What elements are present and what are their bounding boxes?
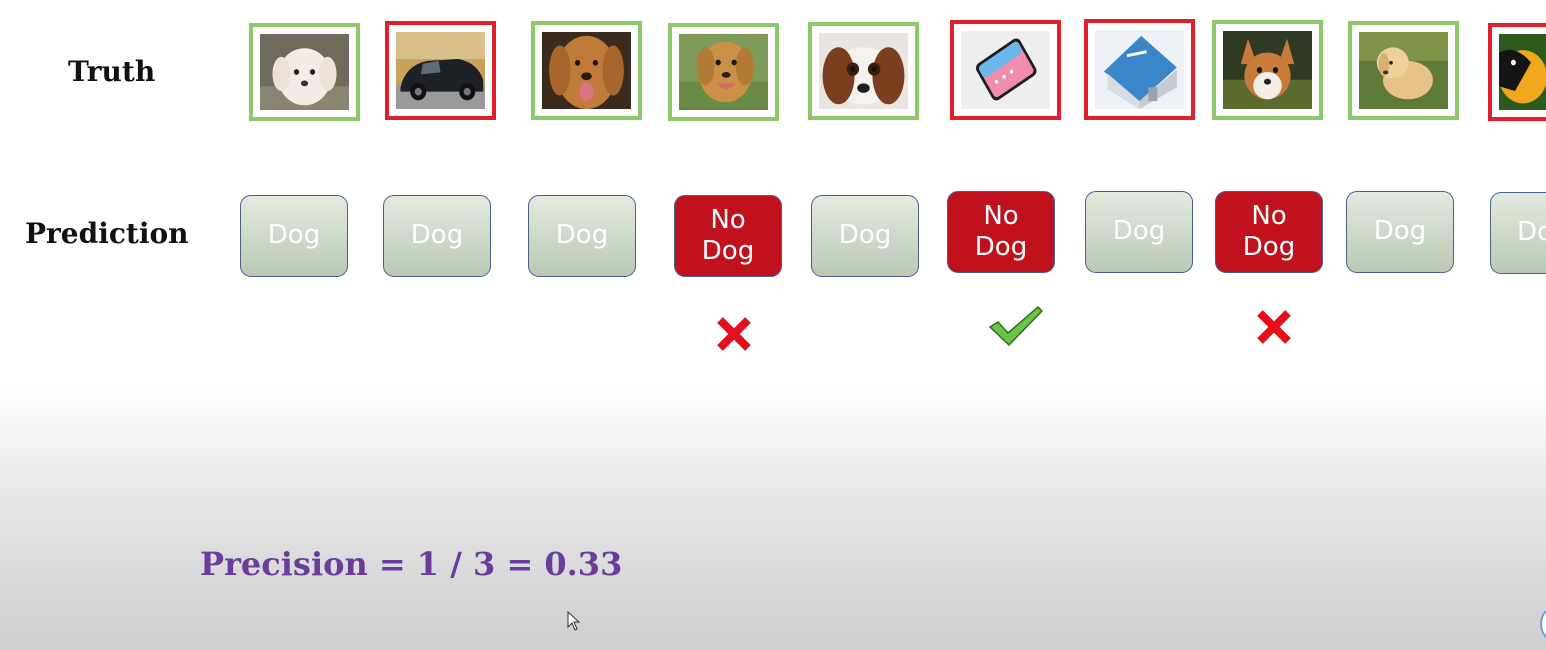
- prediction-label: Dog: [838, 220, 892, 251]
- avatar[interactable]: [1540, 604, 1546, 644]
- prediction-label-line-2: Dog: [1242, 232, 1296, 262]
- prediction-label: Dog: [410, 220, 464, 251]
- prediction-label-line-2: Dog: [974, 232, 1028, 262]
- precision-formula: Precision = 1 / 3 = 0.33: [200, 545, 623, 583]
- prediction-box: Dog: [1085, 191, 1193, 273]
- prediction-label: Dog: [1517, 217, 1546, 248]
- prediction-label: Dog: [1112, 216, 1166, 247]
- cross-icon: [715, 315, 753, 353]
- prediction-box: Dog: [528, 195, 636, 277]
- cross-icon: [1255, 308, 1293, 346]
- prediction-box: Dog: [1346, 191, 1454, 273]
- mouse-pointer-icon: [567, 610, 581, 636]
- truth-image-white-puppy: [249, 23, 360, 121]
- truth-image-house: [1084, 19, 1195, 120]
- truth-image-golden-dog-smiling: [668, 23, 779, 121]
- prediction-label: Dog: [267, 220, 321, 251]
- prediction-label-line-2: Dog: [701, 236, 755, 266]
- prediction-label-line-1: No: [983, 200, 1019, 231]
- prediction-box: Dog: [1490, 192, 1546, 274]
- prediction-label-line-1: No: [1251, 200, 1287, 231]
- prediction-box: Dog: [383, 195, 491, 277]
- truth-image-golden-retriever: [531, 21, 642, 120]
- prediction-box: Dog: [811, 195, 919, 277]
- prediction-row-label: Prediction: [25, 217, 189, 250]
- prediction-box-no-dog: No Dog: [1215, 191, 1323, 273]
- truth-image-spaniel: [808, 22, 919, 120]
- truth-image-bird: [1488, 23, 1546, 121]
- truth-image-smartphone: [950, 20, 1061, 120]
- prediction-box-no-dog: No Dog: [674, 195, 782, 277]
- truth-image-car: [385, 21, 496, 120]
- prediction-label: Dog: [1373, 216, 1427, 247]
- truth-image-corgi: [1212, 20, 1323, 120]
- checkmark-icon: [988, 305, 1044, 347]
- truth-image-puppy-on-grass: [1348, 21, 1459, 120]
- prediction-box: Dog: [240, 195, 348, 277]
- prediction-label-line-1: No: [710, 204, 746, 235]
- prediction-box-no-dog: No Dog: [947, 191, 1055, 273]
- prediction-label: Dog: [555, 220, 609, 251]
- truth-row-label: Truth: [68, 55, 156, 88]
